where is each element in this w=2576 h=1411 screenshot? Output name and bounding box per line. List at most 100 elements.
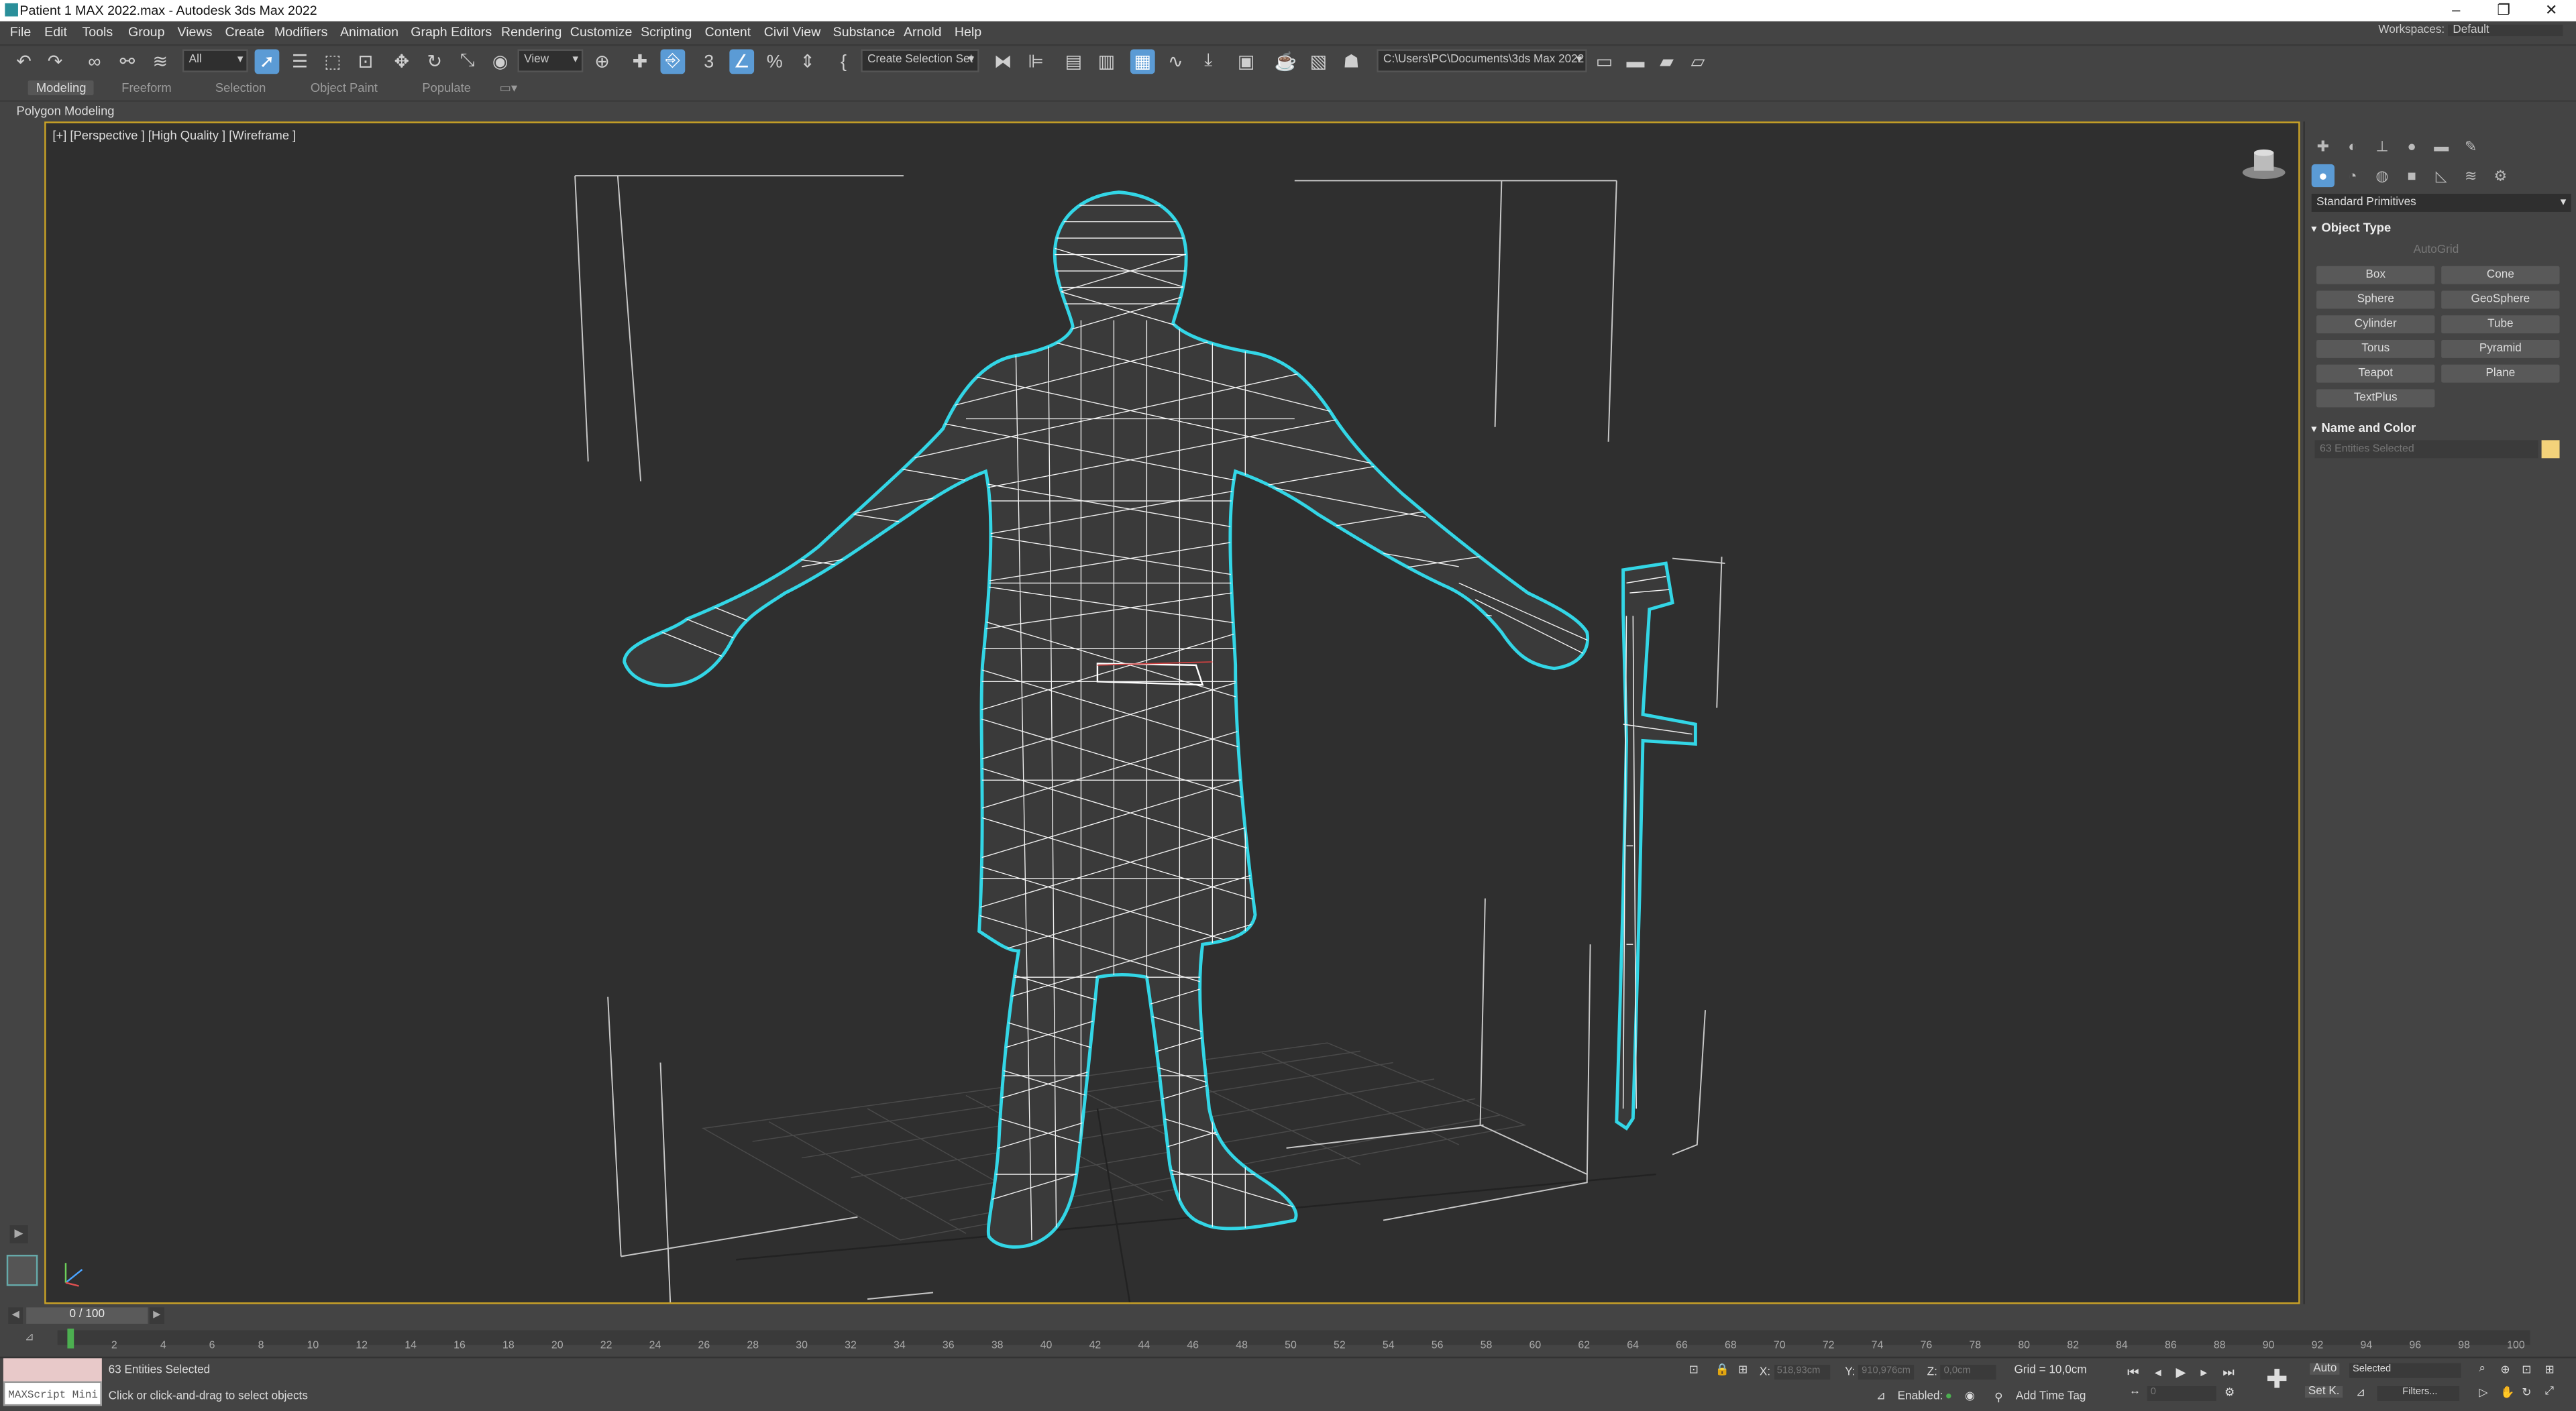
menu-graph-editors[interactable]: Graph Editors	[411, 25, 492, 40]
zoom-all-icon[interactable]: ⊕	[2500, 1363, 2510, 1376]
adaptive-degradation-icon[interactable]: ⊿	[1876, 1390, 1886, 1402]
create-selection-set-dropdown[interactable]: Create Selection Set	[861, 49, 979, 72]
current-frame-marker[interactable]	[67, 1329, 74, 1349]
toggle-scene-explorer-icon[interactable]: ▤	[1061, 49, 1086, 74]
orbit-icon[interactable]: ↻	[2522, 1386, 2531, 1399]
cylinder-button[interactable]: Cylinder	[2316, 315, 2435, 334]
rectangular-selection-icon[interactable]: ⬚	[321, 49, 345, 74]
unlink-icon[interactable]: ⚯	[115, 49, 140, 74]
perspective-viewport[interactable]: [+] [Perspective ] [High Quality ] [Wire…	[44, 121, 2300, 1304]
menu-scripting[interactable]: Scripting	[641, 25, 692, 40]
helpers-icon[interactable]: ◺	[2430, 164, 2453, 187]
selection-lock-icon[interactable]: 🔒	[1715, 1363, 1729, 1376]
angle-snap-icon[interactable]: ∠	[729, 49, 755, 74]
tab-object-paint[interactable]: Object Paint	[311, 80, 378, 95]
keyboard-shortcut-override-icon[interactable]: ⎆	[660, 49, 686, 74]
hierarchy-tab-icon[interactable]: ⊥	[2371, 135, 2394, 158]
maxscript-listener[interactable]: MAXScript Mini	[3, 1358, 102, 1407]
autogrid-checkbox[interactable]: AutoGrid	[2414, 245, 2459, 256]
undo-icon[interactable]: ↶	[11, 49, 36, 74]
menu-file[interactable]: File	[10, 25, 32, 40]
menu-group[interactable]: Group	[128, 25, 164, 40]
menu-create[interactable]: Create	[225, 25, 265, 40]
isolate-selection-icon[interactable]: ⊡	[1689, 1363, 1699, 1376]
project-folder-icon[interactable]: ▭	[1592, 49, 1617, 74]
torus-button[interactable]: Torus	[2316, 339, 2435, 358]
select-object-icon[interactable]: ➚	[254, 49, 280, 74]
y-value[interactable]: 910,976cm	[1858, 1365, 1915, 1380]
viewport-layout-expand-icon[interactable]: ▶	[9, 1225, 28, 1243]
menu-animation[interactable]: Animation	[340, 25, 398, 40]
spinner-snap-icon[interactable]: ⇕	[795, 49, 820, 74]
rotate-icon[interactable]: ↻	[422, 49, 447, 74]
zoom-icon[interactable]: ⌕	[2479, 1363, 2486, 1377]
tab-populate[interactable]: Populate	[422, 80, 471, 95]
set-key-button[interactable]: Set K.	[2304, 1386, 2343, 1398]
window-crossing-icon[interactable]: ⊡	[354, 49, 378, 74]
crutch-model[interactable]	[1615, 561, 1697, 1131]
enabled-indicator-icon[interactable]: ●	[1945, 1391, 1952, 1402]
tab-modeling[interactable]: Modeling	[28, 80, 95, 96]
mirror-icon[interactable]: ⧓	[991, 49, 1016, 74]
edit-named-selection-icon[interactable]: {	[831, 49, 856, 74]
toggle-layer-explorer-icon[interactable]: ▥	[1094, 49, 1119, 74]
space-warps-icon[interactable]: ≋	[2459, 164, 2482, 187]
menu-help[interactable]: Help	[955, 25, 981, 40]
menu-rendering[interactable]: Rendering	[501, 25, 561, 40]
geosphere-button[interactable]: GeoSphere	[2441, 290, 2560, 309]
workspaces-dropdown[interactable]: Default	[2448, 24, 2563, 36]
cone-button[interactable]: Cone	[2441, 266, 2560, 284]
minimize-button[interactable]: –	[2445, 1, 2467, 19]
key-filter-dropdown[interactable]: Selected	[2349, 1363, 2461, 1378]
next-frame-icon[interactable]: ▸	[2195, 1363, 2213, 1381]
menu-customize[interactable]: Customize	[570, 25, 633, 40]
reference-coordinate-dropdown[interactable]: View	[517, 49, 584, 72]
name-and-color-rollout[interactable]: ▾ Name and Color	[2312, 420, 2571, 435]
object-name-field[interactable]: 63 Entities Selected	[2314, 440, 2538, 459]
go-to-end-icon[interactable]: ⏭	[2220, 1363, 2238, 1381]
tab-selection[interactable]: Selection	[215, 80, 266, 95]
sphere-button[interactable]: Sphere	[2316, 290, 2435, 309]
link-icon[interactable]: ∞	[82, 49, 107, 74]
maximize-viewport-icon[interactable]: ⤢	[2545, 1386, 2555, 1400]
field-of-view-icon[interactable]: ▷	[2479, 1386, 2488, 1399]
selection-filter-dropdown[interactable]: All	[182, 49, 248, 72]
schematic-view-icon[interactable]: ⤓	[1196, 49, 1221, 74]
mini-curve-editor-icon[interactable]: ⊿	[25, 1331, 34, 1343]
percent-snap-icon[interactable]: %	[762, 49, 787, 74]
utilities-tab-icon[interactable]: ✎	[2459, 135, 2482, 158]
motion-tab-icon[interactable]: ●	[2400, 135, 2423, 158]
time-tag-toggle-icon[interactable]: ◉	[1965, 1390, 1975, 1402]
systems-icon[interactable]: ⚙	[2489, 164, 2512, 187]
maxscript-output[interactable]	[3, 1358, 102, 1381]
set-key-icon[interactable]: ✚	[2262, 1363, 2292, 1400]
z-coordinate[interactable]: Z: 0,0cm	[1927, 1365, 1996, 1380]
render-production-icon[interactable]: ☗	[1339, 49, 1364, 74]
material-editor-icon[interactable]: ▣	[1234, 49, 1258, 74]
go-to-start-icon[interactable]: ⏮	[2125, 1363, 2143, 1381]
tab-freeform[interactable]: Freeform	[121, 80, 172, 95]
move-icon[interactable]: ✥	[389, 49, 414, 74]
display-tab-icon[interactable]: ▬	[2430, 135, 2453, 158]
scale-icon[interactable]: ⤡	[455, 49, 480, 74]
textplus-button[interactable]: TextPlus	[2316, 389, 2435, 408]
bind-space-warp-icon[interactable]: ≋	[148, 49, 172, 74]
maxscript-input[interactable]: MAXScript Mini	[3, 1381, 102, 1406]
patient-model[interactable]	[621, 190, 1607, 1249]
modify-tab-icon[interactable]: ◐	[2341, 135, 2364, 158]
object-type-rollout[interactable]: ▾ Object Type	[2312, 220, 2571, 235]
workspaces-selector[interactable]: Workspaces: Default	[2378, 24, 2563, 36]
lights-icon[interactable]: ◍	[2371, 164, 2394, 187]
project-settings-icon[interactable]: ▱	[1686, 49, 1711, 74]
placement-icon[interactable]: ◉	[488, 49, 513, 74]
menu-modifiers[interactable]: Modifiers	[274, 25, 327, 40]
curve-editor-icon[interactable]: ∿	[1163, 49, 1188, 74]
play-icon[interactable]: ▶	[2172, 1363, 2190, 1381]
menu-tools[interactable]: Tools	[82, 25, 113, 40]
pan-view-icon[interactable]: ✋	[2500, 1386, 2514, 1399]
time-config-icon[interactable]: ↔	[2129, 1386, 2141, 1398]
add-time-tag[interactable]: Add Time Tag	[2016, 1391, 2086, 1402]
y-coordinate[interactable]: Y: 910,976cm	[1845, 1365, 1915, 1380]
open-project-icon[interactable]: ▬	[1623, 49, 1648, 74]
shapes-icon[interactable]: ◔	[2341, 164, 2364, 187]
